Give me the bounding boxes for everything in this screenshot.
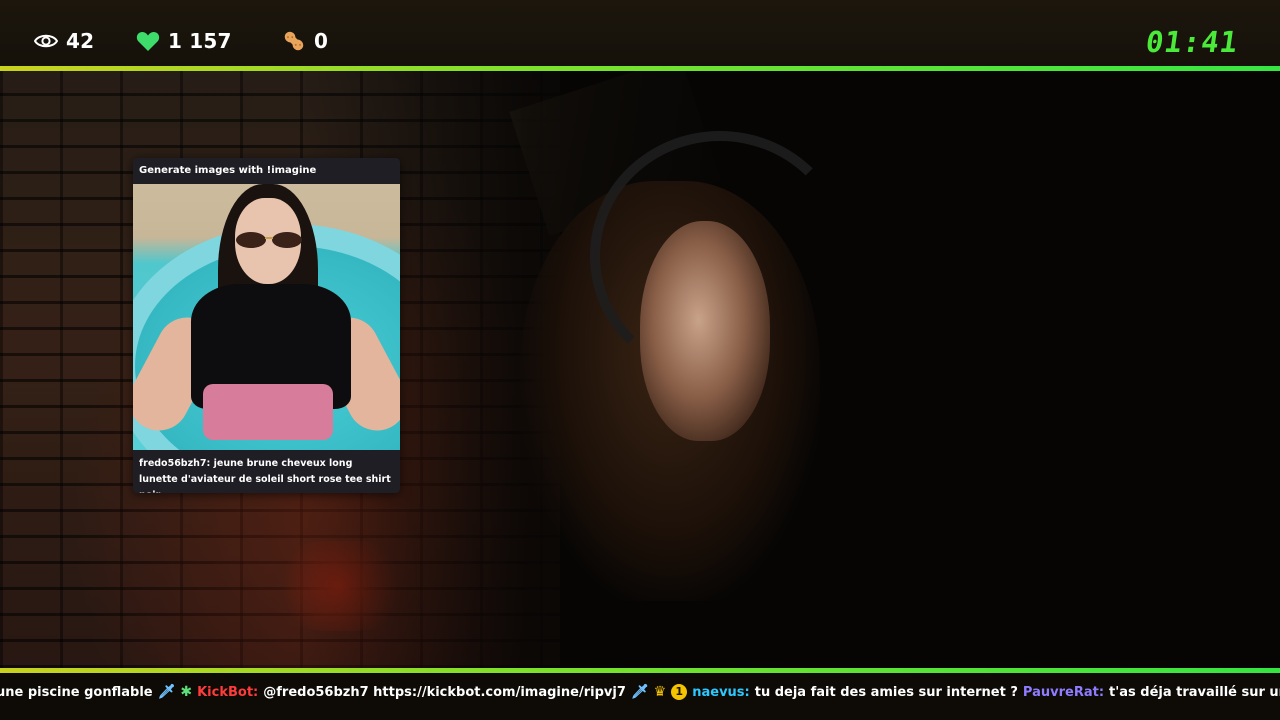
sword-icon: 🗡	[157, 684, 176, 700]
ticker-message-kickbot: @fredo56bzh7 https://kickbot.com/imagine…	[263, 684, 626, 700]
ticker-message-fragment: une piscine gonflable	[0, 684, 153, 700]
heart-icon	[136, 31, 160, 51]
peanut-count-value: 0	[314, 29, 329, 53]
subject-shorts	[203, 384, 333, 440]
imagine-card-title: Generate images with !imagine	[139, 165, 317, 176]
crown-icon: ♛	[653, 684, 667, 700]
ticker-message-naevus: tu deja fait des amies sur internet ?	[754, 684, 1018, 700]
ticker-message-pauvrerat: t'as déja travaillé sur un tournage?	[1109, 684, 1280, 700]
ticker-username-naevus: naevus:	[692, 684, 750, 700]
streamer-headset	[590, 131, 850, 381]
like-count: 1 157	[136, 27, 232, 55]
imagine-overlay-card: Generate images with !imagine fredo56bzh…	[133, 158, 400, 493]
peanut-count: 0	[282, 27, 328, 55]
stream-timer: 01:41	[1143, 25, 1241, 59]
chat-ticker: une piscine gonflable 🗡 ✱ KickBot: @fred…	[0, 673, 1280, 720]
generated-image	[133, 184, 400, 450]
ticker-username-kickbot: KickBot:	[197, 684, 259, 700]
sunglasses-icon	[236, 232, 302, 248]
eye-icon	[34, 34, 58, 48]
viewer-count: 42	[34, 27, 94, 55]
peanut-icon	[284, 31, 304, 51]
sword-icon: 🗡	[630, 684, 649, 700]
bot-badge-icon: ✱	[180, 684, 193, 700]
number-badge-icon: 1	[671, 684, 688, 700]
viewer-count-value: 42	[66, 29, 95, 53]
imagine-card-caption: fredo56bzh7: jeune brune cheveux long lu…	[139, 458, 391, 493]
ticker-username-pauvrerat: PauvreRat:	[1022, 684, 1105, 700]
stream-top-bar: 42 1 157 0 01:41	[0, 0, 1280, 66]
like-count-value: 1 157	[168, 29, 232, 53]
chat-ticker-track: une piscine gonflable 🗡 ✱ KickBot: @fred…	[0, 679, 1280, 705]
